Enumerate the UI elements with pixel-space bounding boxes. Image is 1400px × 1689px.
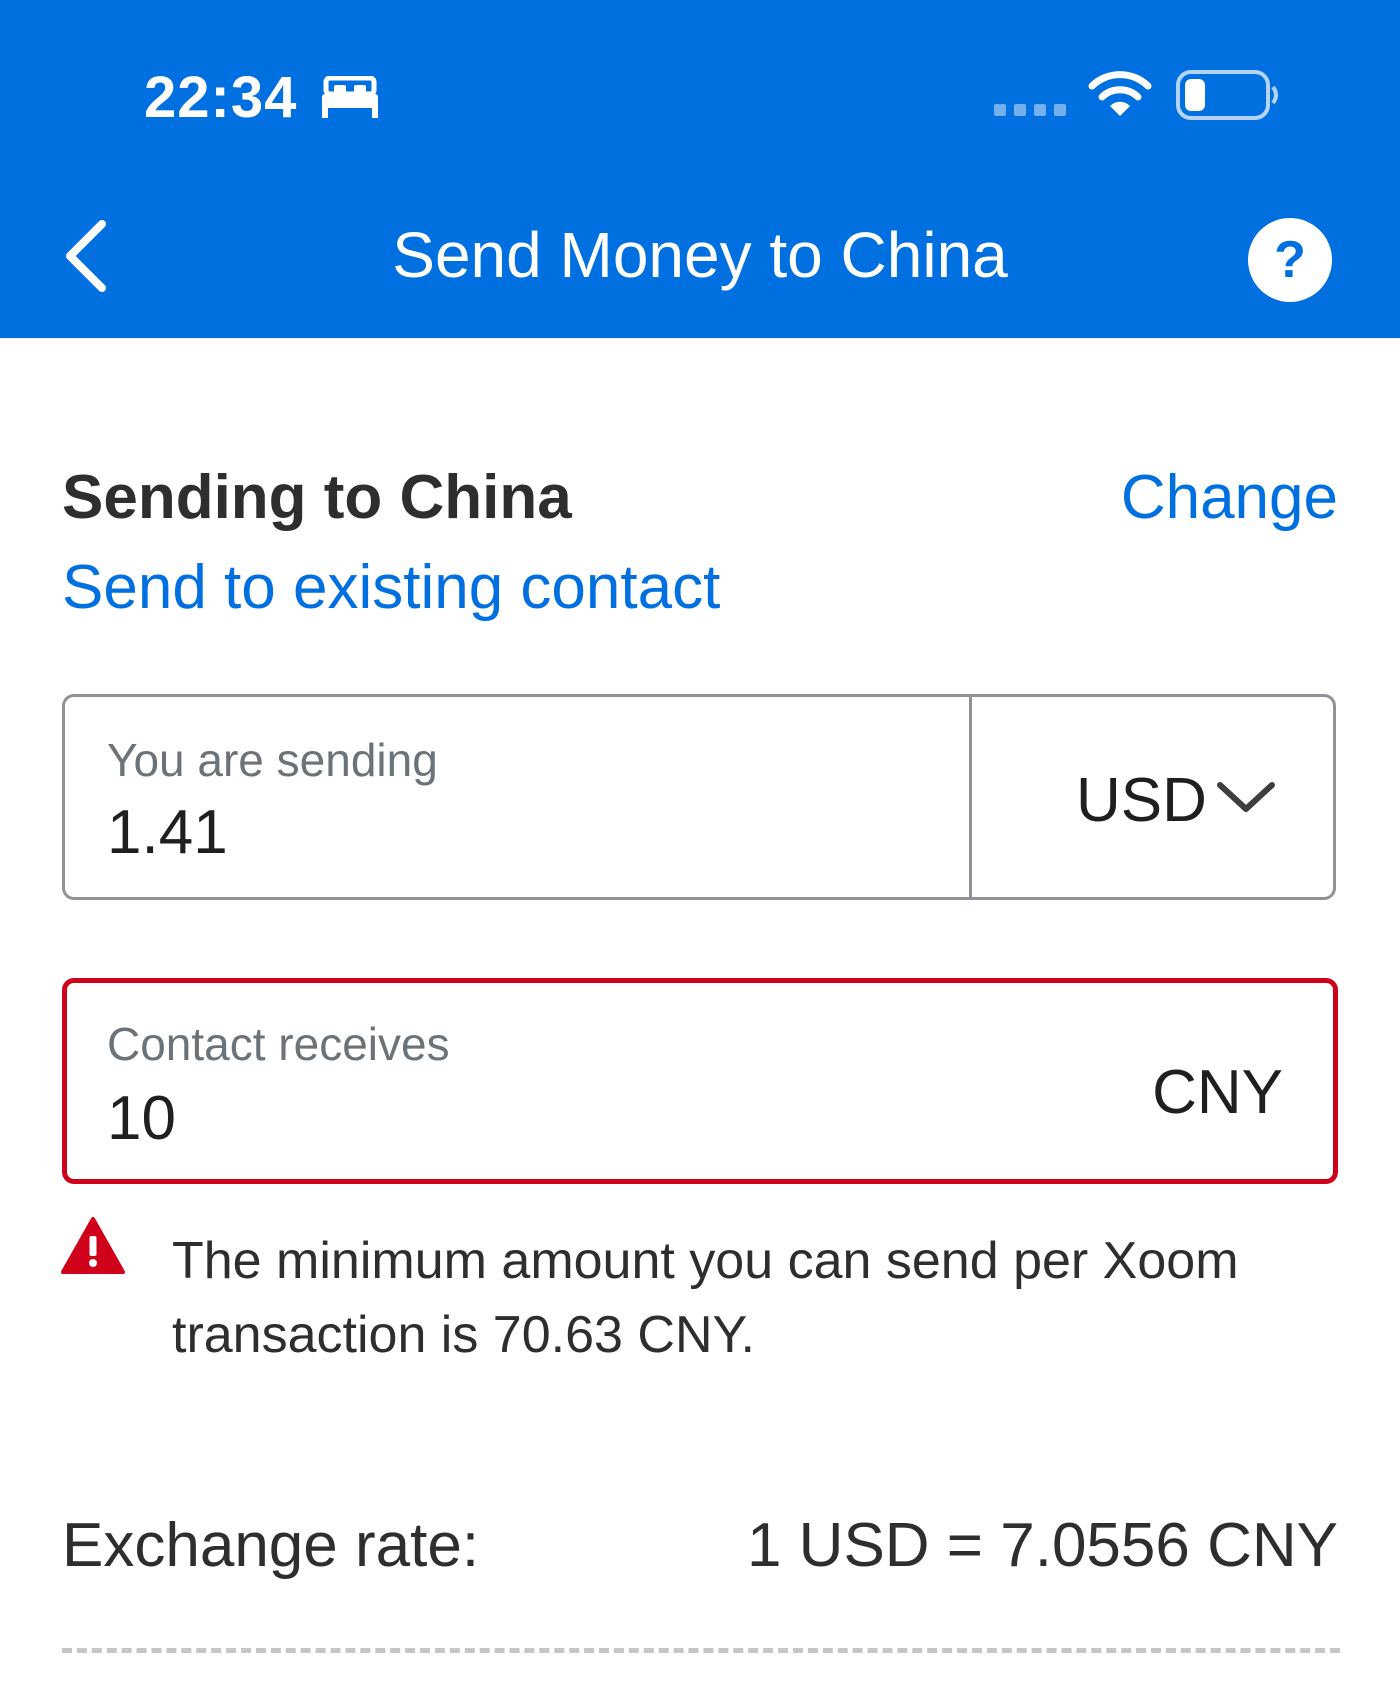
error-message: The minimum amount you can send per Xoom… xyxy=(172,1232,1239,1364)
app-header: 22:34 Send Money to China ? xyxy=(0,0,1400,338)
currency-select-value: USD xyxy=(1076,766,1207,835)
receive-currency: CNY xyxy=(1152,1058,1283,1127)
signal-icon xyxy=(994,104,1066,116)
warning-icon xyxy=(61,1217,125,1274)
chevron-down-icon xyxy=(1217,782,1275,812)
help-button[interactable]: ? xyxy=(1248,218,1332,302)
wifi-icon xyxy=(1088,71,1152,116)
receive-amount-input[interactable]: 10 xyxy=(107,1083,176,1154)
page-title: Send Money to China xyxy=(392,219,1008,291)
change-link[interactable]: Change xyxy=(1121,462,1338,533)
currency-select[interactable]: USD xyxy=(972,697,1336,897)
battery-icon xyxy=(1176,70,1278,120)
exchange-rate-label: Exchange rate: xyxy=(62,1511,480,1580)
exchange-rate-value: 1 USD = 7.0556 CNY xyxy=(746,1511,1338,1580)
recipient-title: Sending to China xyxy=(62,463,572,532)
receive-amount-field[interactable]: Contact receives 10 CNY xyxy=(62,978,1338,1184)
status-time: 22:34 xyxy=(144,65,298,130)
send-amount-label: You are sending xyxy=(107,734,438,786)
receive-amount-label: Contact receives xyxy=(107,1018,450,1070)
dashed-divider xyxy=(62,1648,1340,1653)
bed-icon xyxy=(322,76,378,118)
send-amount-field[interactable]: You are sending 1.41 USD xyxy=(62,694,1336,900)
send-to-existing-contact-link[interactable]: Send to existing contact xyxy=(62,552,720,623)
send-amount-input[interactable]: 1.41 xyxy=(107,797,228,868)
